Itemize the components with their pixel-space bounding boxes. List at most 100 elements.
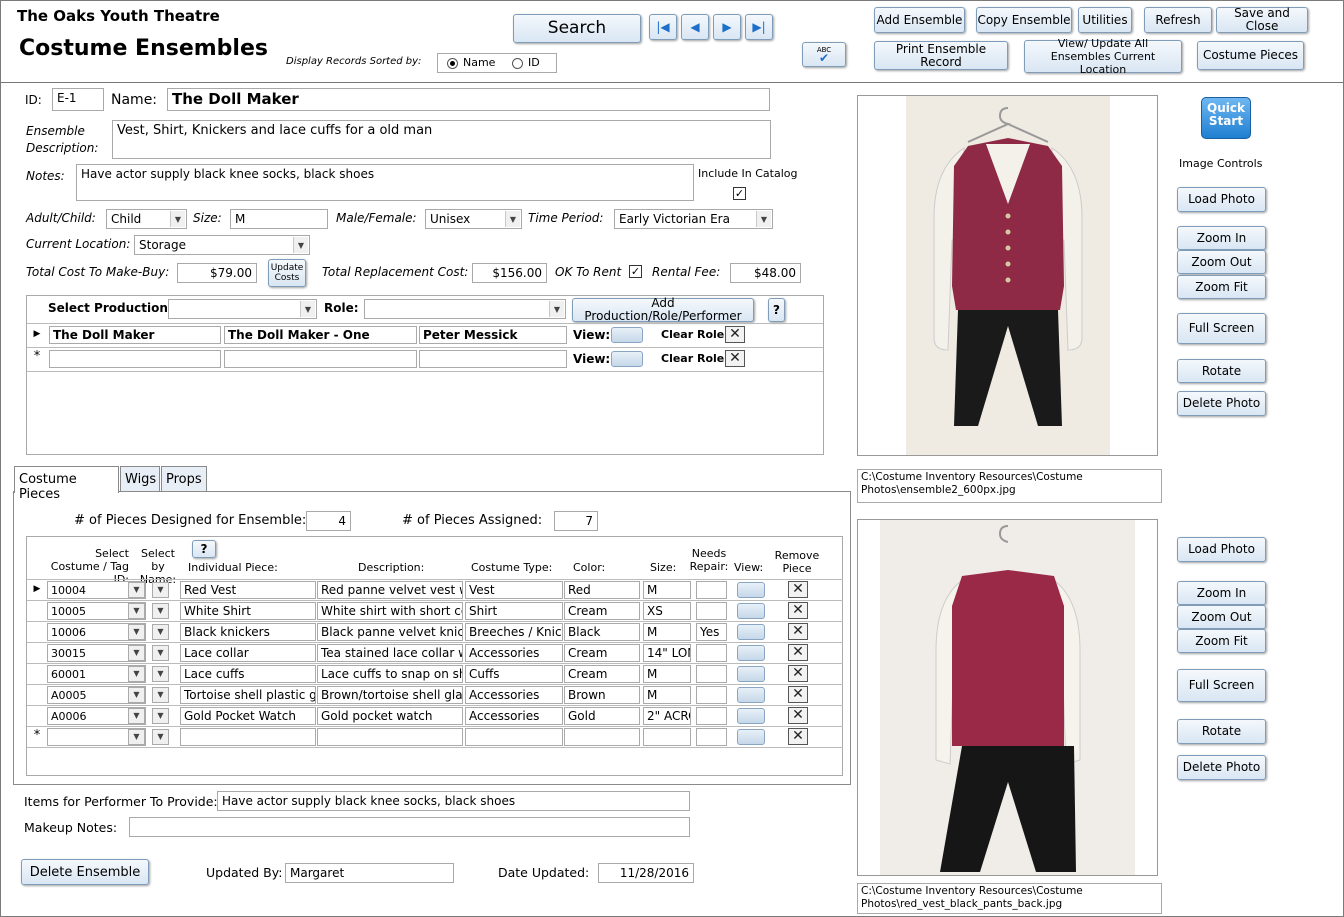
current-location-combo[interactable]: Storage ▼: [134, 235, 310, 255]
costume-type-cell[interactable]: Breeches / Knicke: [465, 623, 563, 641]
refresh-button[interactable]: Refresh: [1144, 7, 1212, 33]
individual-piece-cell[interactable]: Gold Pocket Watch: [180, 707, 316, 725]
remove-piece-button[interactable]: ✕: [788, 728, 808, 745]
description-cell[interactable]: [317, 728, 463, 746]
role-cell[interactable]: The Doll Maker - One: [224, 326, 417, 344]
color-cell[interactable]: Cream: [564, 602, 640, 620]
costume-type-cell[interactable]: Accessories: [465, 644, 563, 662]
description-cell[interactable]: Red panne velvet vest with: [317, 581, 463, 599]
view-piece-button[interactable]: [737, 645, 765, 661]
zoom-in-button-2[interactable]: Zoom In: [1177, 581, 1266, 605]
size-field[interactable]: M: [230, 209, 328, 229]
include-catalog-checkbox[interactable]: ✓: [733, 187, 746, 200]
color-cell[interactable]: Gold: [564, 707, 640, 725]
costume-type-cell[interactable]: Vest: [465, 581, 563, 599]
size-cell[interactable]: M: [643, 686, 691, 704]
remove-piece-button[interactable]: ✕: [788, 707, 808, 724]
description-cell[interactable]: White shirt with short colla: [317, 602, 463, 620]
description-cell[interactable]: Gold pocket watch: [317, 707, 463, 725]
view-update-all-ensembles-button[interactable]: View/ Update All Ensembles Current Locat…: [1024, 37, 1182, 76]
zoom-out-button-1[interactable]: Zoom Out: [1177, 250, 1266, 274]
view-piece-button[interactable]: [737, 687, 765, 703]
previous-record-button[interactable]: ◀: [681, 14, 709, 40]
view-piece-button[interactable]: [737, 729, 765, 745]
role-cell-new[interactable]: [224, 350, 417, 368]
delete-ensemble-button[interactable]: Delete Ensemble: [21, 859, 149, 885]
spell-check-button[interactable]: ABC ✔: [802, 42, 846, 67]
tab-props[interactable]: Props: [161, 466, 207, 492]
pieces-assigned-field[interactable]: 7: [554, 511, 598, 531]
needs-repair-cell[interactable]: [696, 581, 727, 599]
needs-repair-cell[interactable]: [696, 602, 727, 620]
costume-type-cell[interactable]: Shirt: [465, 602, 563, 620]
chevron-down-icon[interactable]: ▼: [152, 603, 169, 619]
size-cell[interactable]: M: [643, 623, 691, 641]
remove-piece-button[interactable]: ✕: [788, 602, 808, 619]
delete-photo-button-2[interactable]: Delete Photo: [1177, 755, 1266, 780]
individual-piece-cell[interactable]: Lace collar: [180, 644, 316, 662]
chevron-down-icon[interactable]: ▼: [128, 687, 145, 703]
costume-pieces-button[interactable]: Costume Pieces: [1197, 41, 1304, 70]
full-screen-button-1[interactable]: Full Screen: [1177, 313, 1266, 344]
adult-child-combo[interactable]: Child ▼: [106, 209, 187, 229]
color-cell[interactable]: Black: [564, 623, 640, 641]
last-record-button[interactable]: ▶|: [745, 14, 773, 40]
pieces-designed-field[interactable]: 4: [306, 511, 351, 531]
sort-by-name-radio[interactable]: [447, 58, 458, 69]
remove-piece-button[interactable]: ✕: [788, 581, 808, 598]
costume-type-cell[interactable]: Accessories: [465, 707, 563, 725]
needs-repair-cell[interactable]: [696, 686, 727, 704]
size-cell[interactable]: XS: [643, 602, 691, 620]
size-cell[interactable]: M: [643, 665, 691, 683]
replacement-cost-field[interactable]: $156.00: [472, 263, 547, 283]
load-photo-button-1[interactable]: Load Photo: [1177, 187, 1266, 212]
individual-piece-cell[interactable]: Tortoise shell plastic glas: [180, 686, 316, 704]
costume-type-cell[interactable]: Accessories: [465, 686, 563, 704]
view-piece-button[interactable]: [737, 624, 765, 640]
production-view-button[interactable]: [611, 327, 643, 343]
size-cell[interactable]: [643, 728, 691, 746]
chevron-down-icon[interactable]: ▼: [128, 645, 145, 661]
zoom-in-button-1[interactable]: Zoom In: [1177, 226, 1266, 250]
individual-piece-cell[interactable]: Black knickers: [180, 623, 316, 641]
clear-role-button[interactable]: ✕: [725, 326, 745, 343]
zoom-fit-button-1[interactable]: Zoom Fit: [1177, 275, 1266, 299]
production-view-button-new[interactable]: [611, 351, 643, 367]
needs-repair-cell[interactable]: [696, 728, 727, 746]
production-cell-new[interactable]: [49, 350, 221, 368]
chevron-down-icon[interactable]: ▼: [152, 624, 169, 640]
costume-type-cell[interactable]: [465, 728, 563, 746]
chevron-down-icon[interactable]: ▼: [152, 708, 169, 724]
add-ensemble-button[interactable]: Add Ensemble: [874, 7, 965, 33]
zoom-fit-button-2[interactable]: Zoom Fit: [1177, 629, 1266, 653]
needs-repair-cell[interactable]: [696, 644, 727, 662]
remove-piece-button[interactable]: ✕: [788, 644, 808, 661]
color-cell[interactable]: Red: [564, 581, 640, 599]
ensemble-photo-back[interactable]: [857, 519, 1158, 876]
remove-piece-button[interactable]: ✕: [788, 665, 808, 682]
view-piece-button[interactable]: [737, 582, 765, 598]
chevron-down-icon[interactable]: ▼: [128, 729, 145, 745]
remove-piece-button[interactable]: ✕: [788, 686, 808, 703]
remove-piece-button[interactable]: ✕: [788, 623, 808, 640]
ok-to-rent-checkbox[interactable]: ✓: [629, 265, 642, 278]
pieces-help-button[interactable]: ?: [192, 540, 216, 558]
updated-by-field[interactable]: Margaret: [285, 863, 454, 883]
name-field[interactable]: The Doll Maker: [167, 88, 770, 111]
description-field[interactable]: Vest, Shirt, Knickers and lace cuffs for…: [112, 120, 771, 159]
size-cell[interactable]: 2" ACRC: [643, 707, 691, 725]
rotate-button-2[interactable]: Rotate: [1177, 719, 1266, 744]
view-piece-button[interactable]: [737, 603, 765, 619]
total-cost-field[interactable]: $79.00: [177, 263, 257, 283]
zoom-out-button-2[interactable]: Zoom Out: [1177, 605, 1266, 629]
chevron-down-icon[interactable]: ▼: [152, 582, 169, 598]
description-cell[interactable]: Lace cuffs to snap on shirt: [317, 665, 463, 683]
select-production-combo[interactable]: ▼: [168, 299, 317, 319]
view-piece-button[interactable]: [737, 666, 765, 682]
chevron-down-icon[interactable]: ▼: [128, 603, 145, 619]
makeup-notes-field[interactable]: [129, 817, 690, 837]
next-record-button[interactable]: ▶: [713, 14, 741, 40]
chevron-down-icon[interactable]: ▼: [152, 645, 169, 661]
full-screen-button-2[interactable]: Full Screen: [1177, 669, 1266, 702]
time-period-combo[interactable]: Early Victorian Era ▼: [614, 209, 773, 229]
